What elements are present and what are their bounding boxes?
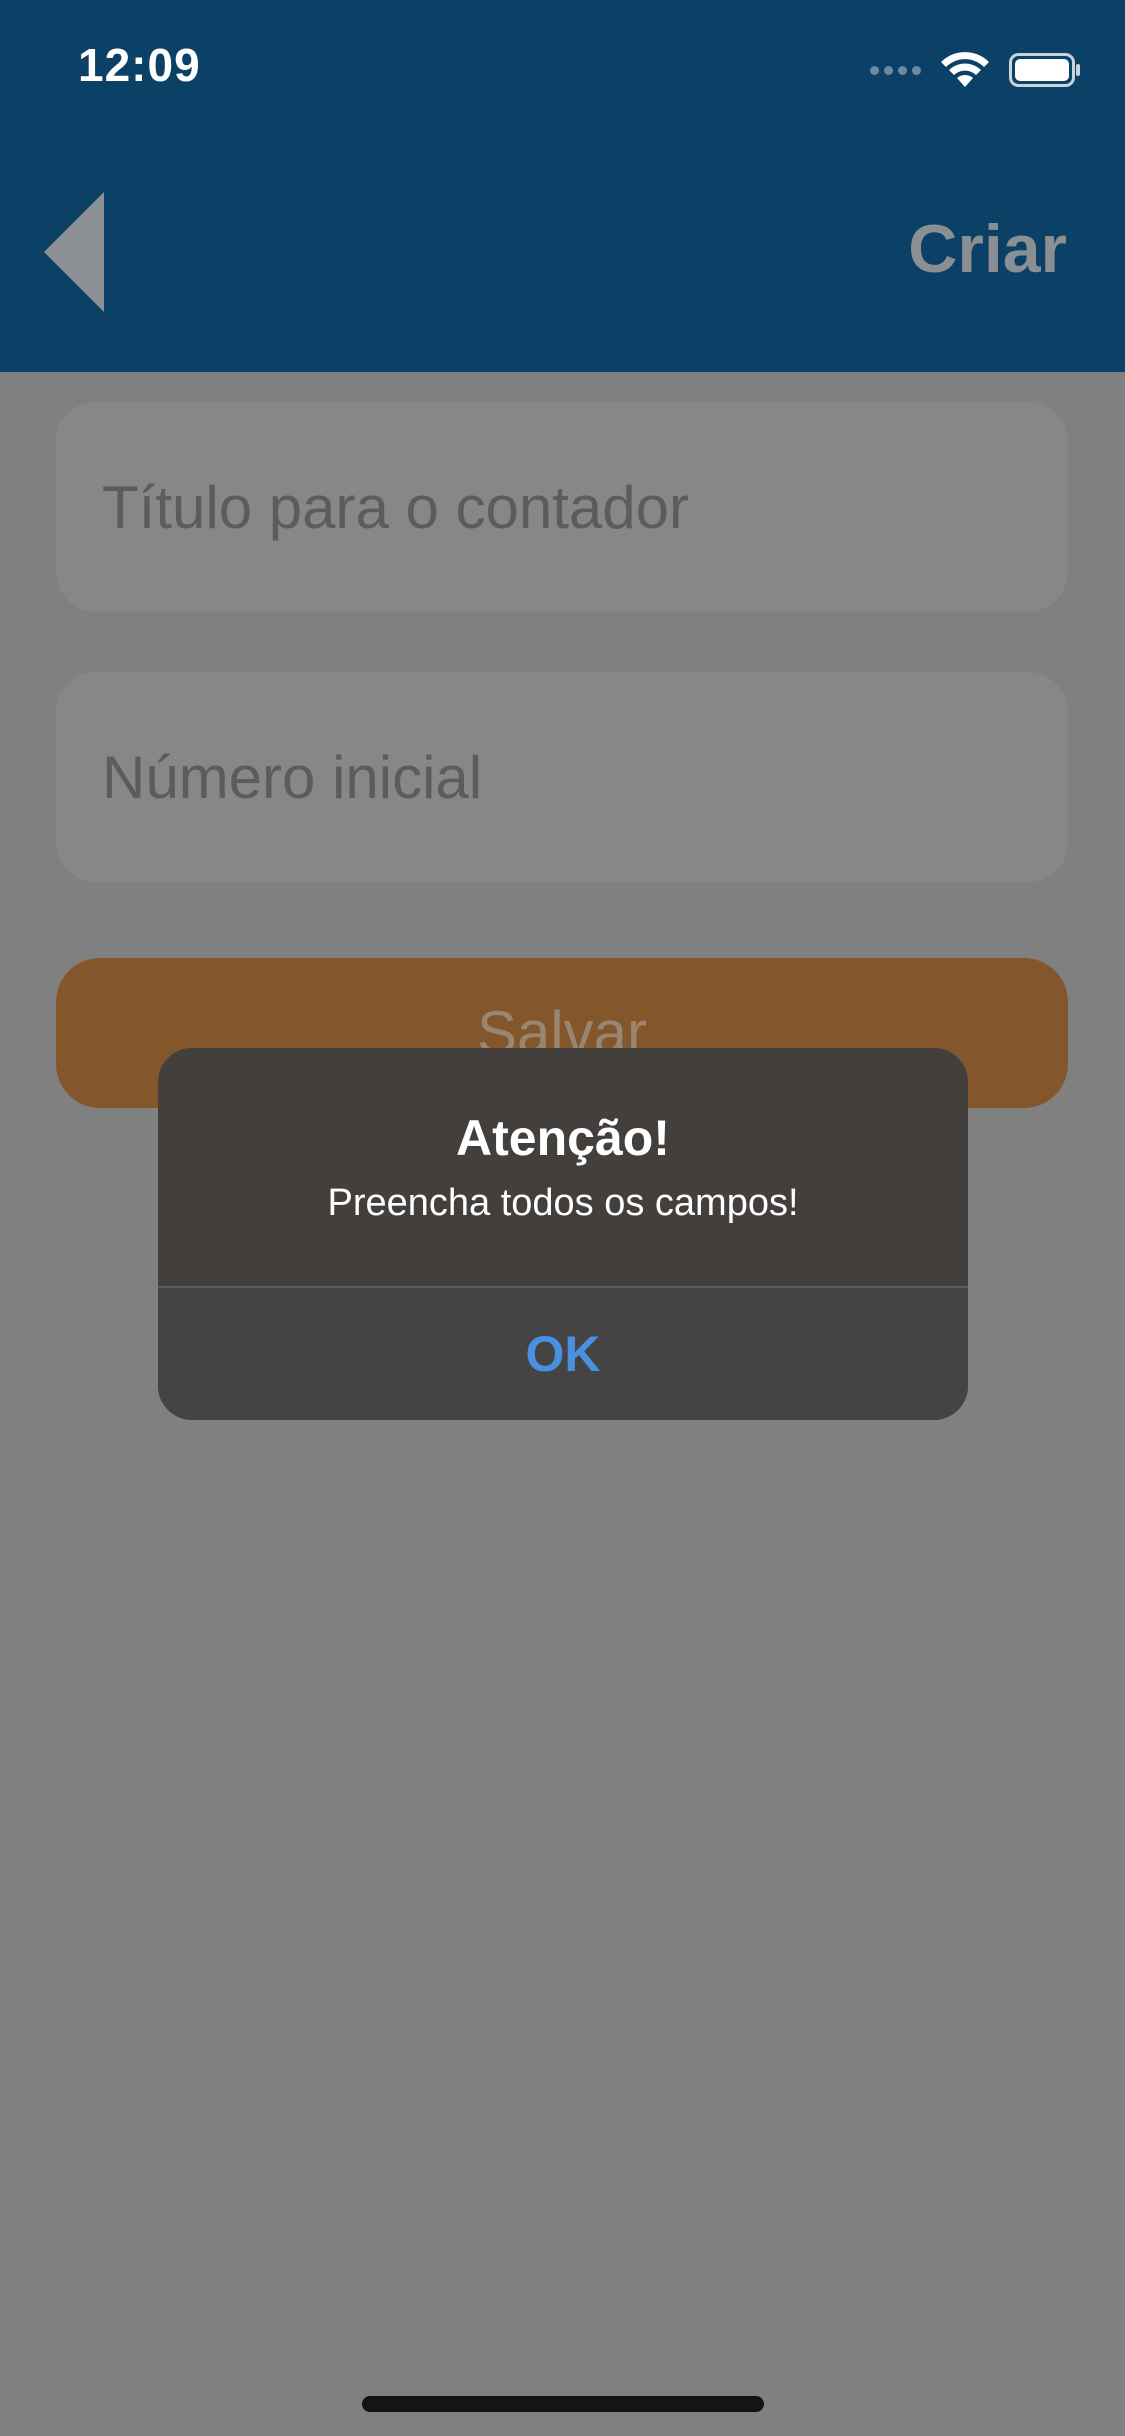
title-placeholder: Título para o contador [102, 473, 690, 541]
app-header: 12:09 Criar [0, 0, 1125, 372]
home-indicator[interactable] [362, 2396, 764, 2412]
back-arrow-icon[interactable] [44, 192, 106, 312]
title-input[interactable]: Título para o contador [56, 402, 1068, 612]
status-icons [870, 52, 1081, 88]
alert-title: Atenção! [456, 1110, 670, 1166]
criar-button[interactable]: Criar [908, 210, 1067, 288]
signal-icon [870, 65, 921, 75]
wifi-icon [941, 52, 989, 87]
initial-number-input[interactable]: Número inicial [56, 672, 1068, 882]
battery-icon [1009, 53, 1080, 87]
alert-message: Preencha todos os campos! [327, 1182, 799, 1224]
alert-dialog: Atenção! Preencha todos os campos! OK [158, 1048, 968, 1420]
number-placeholder: Número inicial [102, 743, 483, 811]
alert-ok-button[interactable]: OK [158, 1288, 968, 1420]
alert-body: Atenção! Preencha todos os campos! [158, 1048, 968, 1286]
status-time: 12:09 [78, 39, 201, 91]
